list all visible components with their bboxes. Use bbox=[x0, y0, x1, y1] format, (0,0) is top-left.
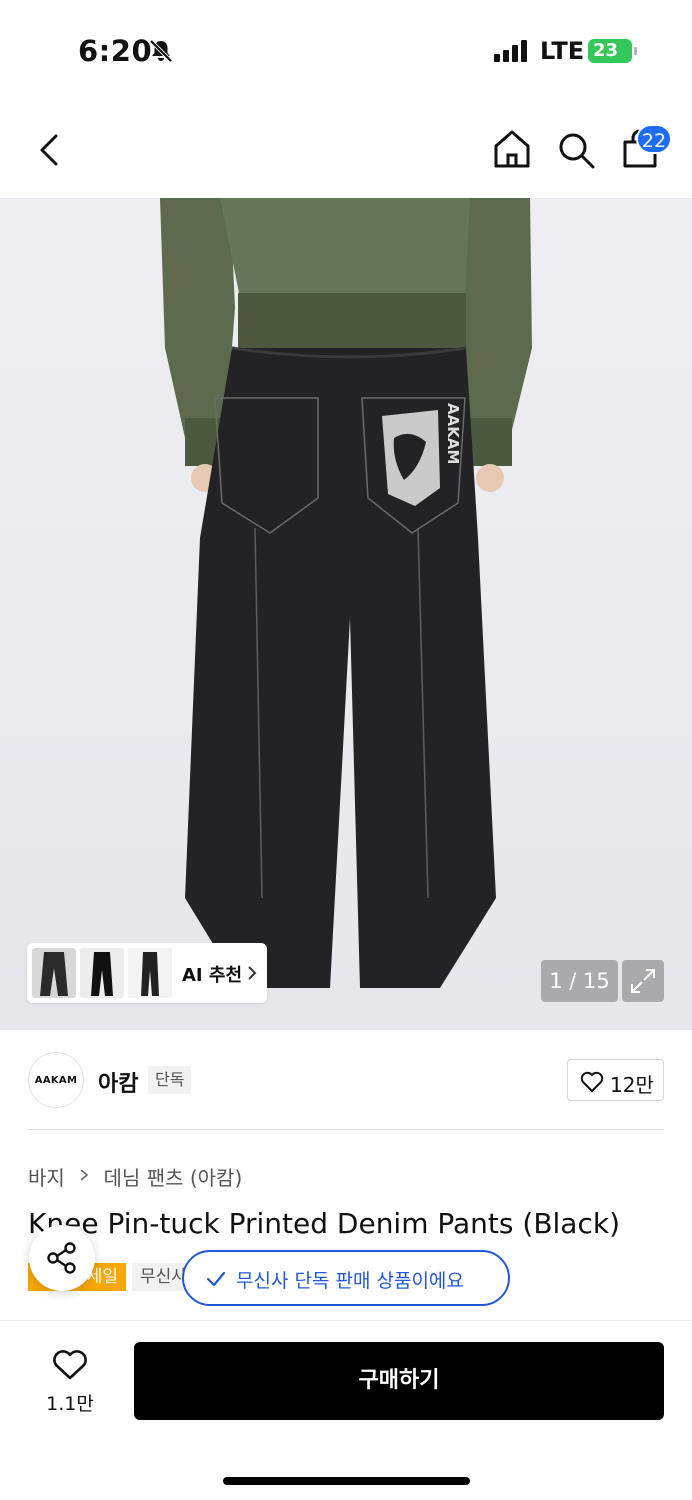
heart-icon bbox=[580, 1071, 604, 1092]
back-arrow-icon[interactable] bbox=[34, 130, 66, 170]
share-button[interactable] bbox=[29, 1225, 95, 1291]
check-icon bbox=[206, 1271, 226, 1287]
status-bar: 6:20 LTE 23 bbox=[0, 0, 692, 100]
chevron-right-icon bbox=[80, 1169, 89, 1181]
toast-text: 무신사 단독 판매 상품이에요 bbox=[236, 1270, 464, 1292]
bottom-action-bar: 1.1만 구매하기 bbox=[0, 1320, 692, 1500]
search-icon[interactable] bbox=[556, 130, 596, 170]
expand-icon bbox=[631, 969, 655, 993]
brand-like-button[interactable]: 12만 bbox=[567, 1059, 664, 1101]
bell-off-icon bbox=[149, 39, 173, 63]
chevron-right-icon bbox=[248, 966, 257, 980]
breadcrumb-category[interactable]: 바지 bbox=[28, 1162, 65, 1191]
home-icon[interactable] bbox=[492, 128, 532, 170]
top-nav bbox=[0, 100, 692, 198]
product-photo: AAKAM bbox=[160, 198, 532, 988]
buy-button[interactable]: 구매하기 bbox=[134, 1342, 664, 1420]
home-indicator bbox=[223, 1477, 470, 1485]
product-image-gallery[interactable]: AAKAM AI 추천 1 / 15 bbox=[0, 198, 692, 1030]
thumbnail[interactable] bbox=[128, 948, 172, 998]
brand-name[interactable]: 아캄 bbox=[98, 1066, 138, 1098]
breadcrumb: 바지 데님 팬츠 (아캄) bbox=[28, 1162, 242, 1191]
product-title: Knee Pin-tuck Printed Denim Pants (Black… bbox=[28, 1207, 620, 1240]
brand-like-count: 12만 bbox=[610, 1073, 654, 1097]
exclusive-toast: 무신사 단독 판매 상품이에요 bbox=[182, 1250, 510, 1306]
brand-row: AAKAM 아캄 단독 12만 bbox=[0, 1030, 692, 1130]
thumbnail[interactable] bbox=[80, 948, 124, 998]
breadcrumb-subcategory[interactable]: 데님 팬츠 (아캄) bbox=[104, 1162, 243, 1191]
thumbnail[interactable] bbox=[32, 948, 76, 998]
heart-icon bbox=[53, 1350, 87, 1380]
battery-level: 23 bbox=[593, 40, 619, 61]
cart-count-badge: 22 bbox=[636, 124, 672, 154]
ai-recommend-label: AI 추천 bbox=[182, 965, 243, 986]
signal-icon bbox=[494, 40, 527, 62]
expand-button[interactable] bbox=[622, 960, 664, 1002]
battery-icon: 23 bbox=[588, 39, 638, 63]
network-type: LTE bbox=[540, 37, 585, 65]
image-page-counter: 1 / 15 bbox=[541, 960, 618, 1002]
wishlist-button[interactable]: 1.1만 bbox=[36, 1345, 104, 1419]
exclusive-tag: 단독 bbox=[148, 1066, 192, 1094]
share-icon bbox=[47, 1242, 76, 1274]
divider bbox=[28, 1129, 664, 1130]
wishlist-count: 1.1만 bbox=[46, 1393, 94, 1415]
status-time: 6:20 bbox=[78, 34, 153, 68]
brand-logo[interactable]: AAKAM bbox=[28, 1052, 84, 1108]
pocket-print-text: AAKAM bbox=[444, 403, 462, 464]
ai-recommend-strip[interactable]: AI 추천 bbox=[27, 943, 267, 1003]
